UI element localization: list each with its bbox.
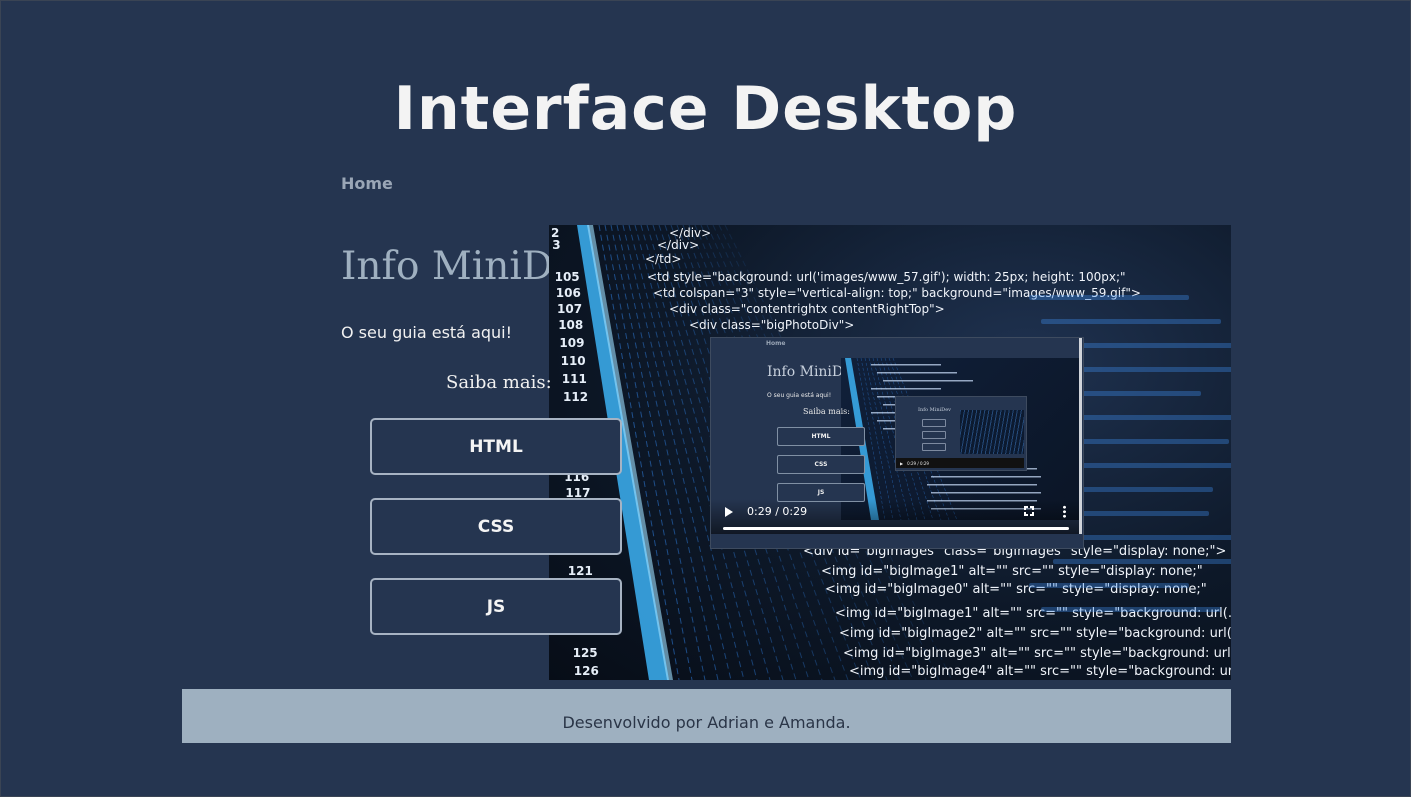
embedded-code-line	[877, 372, 957, 374]
code-line-text: <div class="contentrightx contentRightTo…	[669, 302, 945, 316]
video-controls: 0:29 / 0:29	[711, 499, 1081, 534]
embedded-code-line	[883, 380, 973, 382]
code-line-number: 105	[555, 270, 580, 284]
embedded-code-line	[931, 476, 1041, 478]
embedded-css-button: CSS	[777, 455, 865, 474]
embedded-code-line	[871, 388, 941, 390]
embedded-subtitle: O seu guia está aqui!	[767, 392, 832, 399]
code-line-number: 112	[563, 390, 588, 404]
code-line-number: 110	[561, 354, 586, 368]
js-button[interactable]: JS	[370, 578, 622, 635]
code-blur-streak	[1029, 295, 1189, 300]
code-line-number: 107	[557, 302, 582, 316]
embedded-scrollbar[interactable]	[1079, 338, 1082, 534]
video-player[interactable]: 2 </div> 3 </div> </td> 105 <td style="backgro…	[549, 225, 1231, 680]
video-progress-bar[interactable]	[723, 527, 1069, 530]
code-line-text: </div>	[657, 238, 699, 252]
code-line-text: <img id="bigImage4" alt="" src="" style=…	[849, 664, 1231, 679]
embedded-html-button: HTML	[777, 427, 865, 446]
embedded-nav-home: Home	[766, 340, 786, 347]
fullscreen-icon[interactable]	[1024, 506, 1034, 516]
code-blur-streak	[1041, 319, 1221, 324]
css-button[interactable]: CSS	[370, 498, 622, 555]
code-line-number: 125	[573, 646, 598, 660]
embedded-code-line	[871, 364, 941, 366]
nested-time: 0:29 / 0:29	[907, 460, 929, 466]
code-blur-streak	[1029, 583, 1189, 588]
html-button[interactable]: HTML	[370, 418, 622, 475]
embedded-code-guide	[860, 358, 894, 520]
code-line-number: 106	[556, 286, 581, 300]
code-line-number: 3	[552, 238, 560, 252]
code-line-text: <img id="bigImage2" alt="" src="" style=…	[839, 626, 1231, 641]
embedded-code-line	[931, 492, 1041, 494]
learn-more-label: Saiba mais:	[446, 372, 552, 393]
code-line-text: <div class="bigPhotoDiv">	[689, 318, 854, 332]
nav-home-link[interactable]: Home	[341, 174, 393, 193]
code-line-text: <img id="bigImage1" alt="" src="" style=…	[821, 564, 1203, 579]
embedded-js-button: JS	[777, 483, 865, 502]
code-line-number: 111	[562, 372, 587, 386]
code-blur-streak	[1053, 559, 1231, 564]
code-line-number: 126	[574, 664, 599, 678]
embedded-video-frame[interactable]: Home Info MiniDev O seu guia está aqui! …	[711, 338, 1083, 548]
video-time: 0:29 / 0:29	[747, 505, 808, 518]
site-subtitle: O seu guia está aqui!	[341, 323, 513, 342]
embedded-code-video: Info MiniDev ▶ 0:29 / 0:29	[841, 358, 1081, 520]
nested-play-icon: ▶	[900, 460, 904, 466]
slide-title: Interface Desktop	[393, 74, 1018, 144]
code-blur-streak	[1041, 607, 1221, 612]
nested-controls: ▶ 0:29 / 0:29	[896, 458, 1024, 468]
nested-site-title: Info MiniDev	[918, 407, 951, 413]
code-line-number: 121	[568, 564, 593, 578]
nested-button	[922, 419, 946, 427]
site-footer: Desenvolvido por Adrian e Amanda.	[182, 689, 1231, 743]
nested-button	[922, 431, 946, 439]
code-line-text: </td>	[645, 252, 681, 266]
nested-button	[922, 443, 946, 451]
nested-video	[960, 410, 1024, 454]
code-line-number: 109	[559, 336, 584, 350]
embedded-learn-more: Saiba mais:	[803, 407, 850, 416]
code-line-text: <img id="bigImage3" alt="" src="" style=…	[843, 646, 1231, 661]
nested-preview-frame: Info MiniDev ▶ 0:29 / 0:29	[896, 397, 1026, 470]
code-line-text: <td style="background: url('images/www_5…	[647, 270, 1126, 284]
code-line-number: 108	[558, 318, 583, 332]
more-options-icon[interactable]	[1063, 505, 1066, 518]
play-icon[interactable]	[725, 507, 733, 517]
embedded-code-line	[927, 484, 1037, 486]
